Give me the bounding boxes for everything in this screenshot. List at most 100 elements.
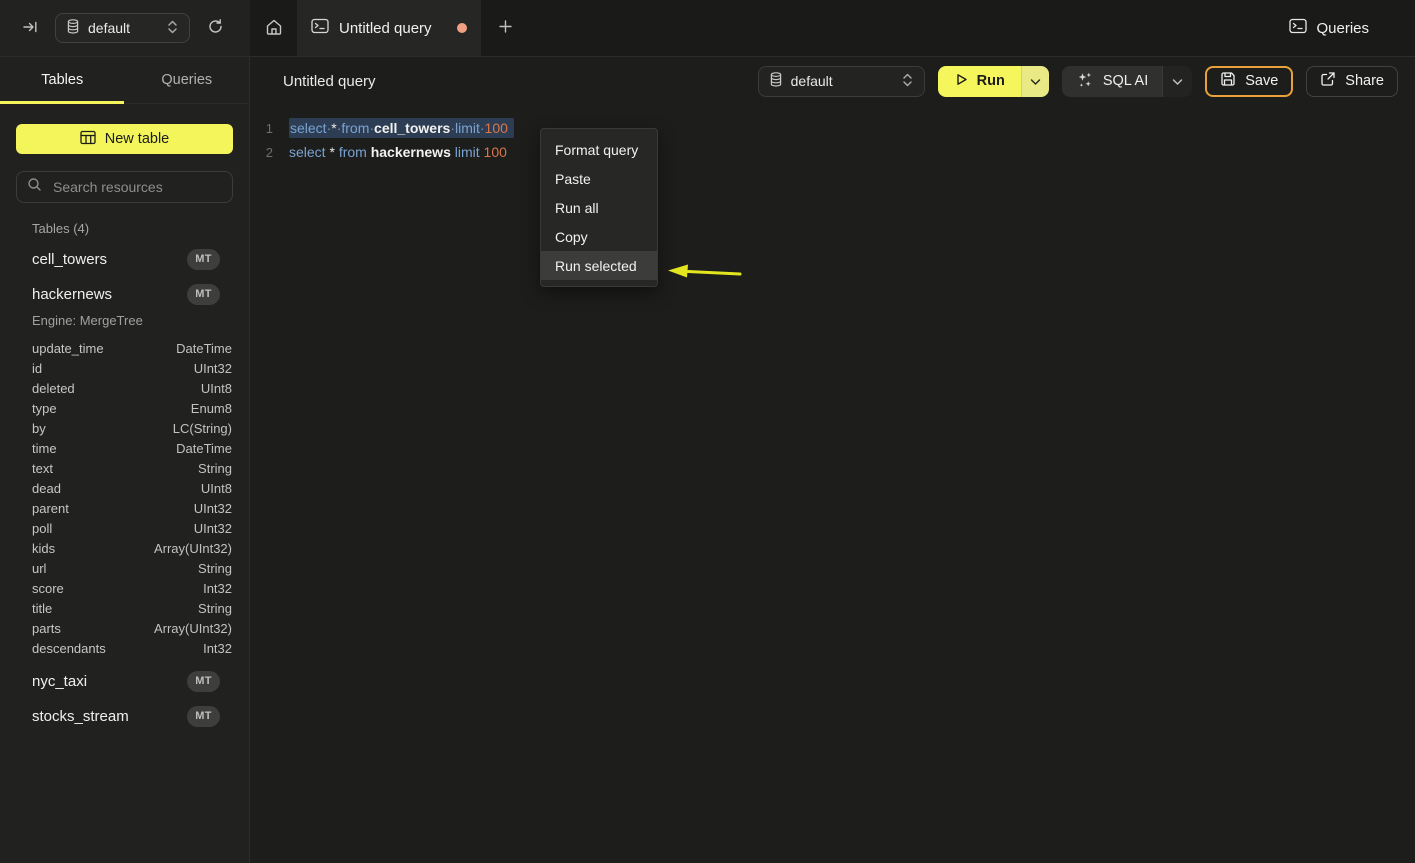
column-row[interactable]: score Int32 (0, 578, 249, 598)
column-row[interactable]: deleted UInt8 (0, 378, 249, 398)
new-tab-button[interactable] (481, 0, 530, 56)
code-token: limit (455, 120, 480, 136)
line-number: 1 (250, 121, 286, 136)
database-icon (770, 72, 782, 90)
save-button[interactable]: Save (1205, 66, 1293, 97)
column-type: LC(String) (173, 421, 232, 436)
column-type: UInt32 (194, 521, 232, 536)
column-type: String (198, 461, 232, 476)
tab-label: Untitled query (339, 20, 432, 37)
column-type: Array(UInt32) (154, 541, 232, 556)
new-table-label: New table (105, 131, 169, 147)
column-name: url (32, 561, 46, 576)
column-row[interactable]: parent UInt32 (0, 498, 249, 518)
column-name: id (32, 361, 42, 376)
column-row[interactable]: by LC(String) (0, 418, 249, 438)
column-row[interactable]: type Enum8 (0, 398, 249, 418)
code-token: 100 (485, 120, 508, 136)
column-row[interactable]: id UInt32 (0, 358, 249, 378)
column-name: text (32, 461, 53, 476)
table-row-nyc-taxi[interactable]: nyc_taxi MT (0, 669, 249, 693)
new-table-button[interactable]: New table (16, 124, 233, 154)
refresh-icon (207, 18, 224, 38)
share-button[interactable]: Share (1306, 66, 1398, 97)
column-row[interactable]: update_time DateTime (0, 338, 249, 358)
context-menu-item[interactable]: Format query (541, 135, 657, 164)
sparkles-icon (1076, 71, 1093, 92)
context-menu-item[interactable]: Run all (541, 193, 657, 222)
column-row[interactable]: descendants Int32 (0, 638, 249, 658)
engine-badge: MT (187, 706, 220, 727)
queries-button-label: Queries (1316, 20, 1369, 37)
column-name: parent (32, 501, 69, 516)
search-input[interactable] (51, 178, 222, 196)
sidebar-tab-queries[interactable]: Queries (125, 57, 250, 103)
table-row-stocks-stream[interactable]: stocks_stream MT (0, 704, 249, 728)
column-type: UInt8 (201, 481, 232, 496)
table-row-cell-towers[interactable]: cell_towers MT (0, 247, 249, 271)
column-row[interactable]: text String (0, 458, 249, 478)
run-button-label: Run (977, 73, 1005, 89)
table-row-hackernews[interactable]: hackernews MT (0, 282, 249, 306)
column-name: deleted (32, 381, 75, 396)
line-number: 2 (250, 145, 286, 160)
query-toolbar: Untitled query default (250, 57, 1415, 105)
column-row[interactable]: kids Array(UInt32) (0, 538, 249, 558)
column-type: String (198, 601, 232, 616)
refresh-button[interactable] (207, 18, 224, 38)
search-icon (27, 177, 42, 197)
code-token: limit (455, 144, 480, 160)
terminal-tab-icon (311, 18, 329, 39)
column-name: descendants (32, 641, 106, 656)
code-token: hackernews (371, 144, 451, 160)
share-icon (1320, 71, 1336, 91)
chevron-down-icon (1030, 74, 1041, 89)
column-row[interactable]: time DateTime (0, 438, 249, 458)
collapse-sidebar-button[interactable] (22, 19, 38, 38)
column-name: parts (32, 621, 61, 636)
column-row[interactable]: parts Array(UInt32) (0, 618, 249, 638)
engine-badge: MT (187, 249, 220, 270)
sidebar-tab-tables[interactable]: Tables (0, 57, 125, 103)
table-name: hackernews (32, 286, 112, 303)
column-row[interactable]: title String (0, 598, 249, 618)
plus-icon (498, 19, 513, 37)
column-name: time (32, 441, 57, 456)
column-type: DateTime (176, 441, 232, 456)
tab-untitled-query[interactable]: Untitled query (297, 0, 481, 56)
run-options-button[interactable] (1021, 66, 1049, 97)
context-menu-item[interactable]: Paste (541, 164, 657, 193)
sql-ai-button[interactable]: SQL AI (1062, 66, 1162, 97)
editor-context-menu: Format query Paste Run all Copy Run sele… (540, 128, 658, 287)
tab-strip: Untitled query Queries (250, 0, 1415, 56)
code-line-2[interactable]: 2 select * from hackernews limit 100 (250, 140, 1415, 164)
sidebar: Tables Queries New table Tables (4) cell… (0, 57, 250, 863)
updown-chevron-icon (167, 20, 178, 37)
unsaved-changes-dot (457, 23, 467, 33)
query-title: Untitled query (283, 73, 376, 90)
column-name: score (32, 581, 64, 596)
code-line-1[interactable]: 1 select·*·from·cell_towers·limit·100 (250, 116, 1415, 140)
home-button[interactable] (250, 0, 297, 56)
engine-label: Engine: MergeTree (32, 313, 249, 329)
column-row[interactable]: poll UInt32 (0, 518, 249, 538)
table-name: cell_towers (32, 251, 107, 268)
queries-button[interactable]: Queries (1283, 17, 1375, 39)
column-name: update_time (32, 341, 104, 356)
run-button[interactable]: Run (938, 66, 1021, 97)
context-menu-item[interactable]: Run selected (541, 251, 657, 280)
sql-editor[interactable]: 1 select·*·from·cell_towers·limit·100 2 … (250, 105, 1415, 164)
column-name: title (32, 601, 52, 616)
sql-ai-options-button[interactable] (1162, 66, 1192, 97)
context-menu-item[interactable]: Copy (541, 222, 657, 251)
tables-section-label: Tables (4) (32, 221, 249, 236)
column-name: type (32, 401, 57, 416)
query-database-selector[interactable]: default (758, 66, 925, 97)
column-row[interactable]: url String (0, 558, 249, 578)
collapse-sidebar-icon (22, 19, 38, 38)
database-selector[interactable]: default (55, 13, 190, 43)
run-split-button: Run (938, 66, 1049, 97)
code-line-content: select·*·from·cell_towers·limit·100 (289, 118, 514, 138)
table-name: stocks_stream (32, 708, 129, 725)
column-row[interactable]: dead UInt8 (0, 478, 249, 498)
